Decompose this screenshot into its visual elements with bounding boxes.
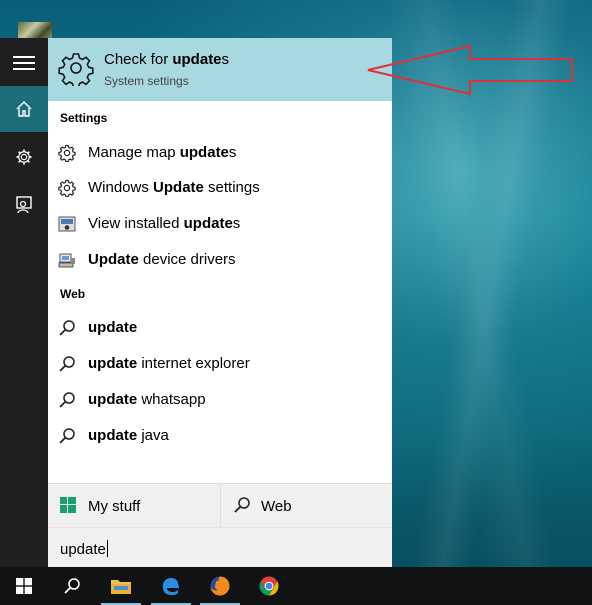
control-panel-icon [58,216,76,232]
taskbar-file-explorer[interactable] [97,567,145,605]
taskbar-firefox[interactable] [196,567,244,605]
file-explorer-icon [111,580,131,594]
feedback-icon [16,196,32,214]
result-label: View installed updates [88,215,241,232]
text-caret [106,540,108,557]
result-label: update [88,319,138,336]
settings-button[interactable] [0,134,48,180]
my-stuff-label: My stuff [88,498,141,515]
firefox-icon [210,576,230,596]
annotation-arrow [367,44,573,96]
search-icon [64,578,80,594]
home-icon [16,101,32,117]
result-view-installed-updates[interactable]: View installed updates [48,207,392,241]
search-icon [234,497,250,513]
web-label: Web [261,498,292,515]
result-label: update internet explorer [88,355,250,372]
search-input-box[interactable]: update [48,527,392,568]
windows-logo-icon [60,497,76,513]
search-icon [59,428,75,444]
search-results-panel: Check for updates System settings Settin… [48,38,392,568]
gear-icon [58,53,94,86]
hamburger-icon [13,56,35,70]
search-icon [59,356,75,372]
taskbar-search-button[interactable] [48,567,96,605]
search-icon [59,392,75,408]
feedback-button[interactable] [0,182,48,228]
web-result-update-whatsapp[interactable]: update whatsapp [48,383,392,417]
result-windows-update-settings[interactable]: Windows Update settings [48,171,392,205]
result-label: Update device drivers [88,251,236,268]
result-label: update java [88,427,169,444]
web-result-update[interactable]: update [48,311,392,345]
taskbar-chrome[interactable] [245,567,293,605]
windows-start-icon [16,578,32,594]
result-update-device-drivers[interactable]: Update device drivers [48,243,392,277]
gear-icon [58,179,76,197]
result-label: Manage map updates [88,144,237,161]
start-button[interactable] [0,567,48,605]
taskbar-edge[interactable] [147,567,195,605]
taskbar [0,567,592,605]
web-result-update-java[interactable]: update java [48,419,392,453]
web-section-heading: Web [60,287,86,301]
web-search-button[interactable]: Web [220,484,393,528]
web-result-update-internet-explorer[interactable]: update internet explorer [48,347,392,381]
top-result-title: Check for updates [104,51,230,68]
gear-icon [16,149,32,165]
device-manager-icon [58,253,75,268]
search-icon [59,320,75,336]
chrome-icon [259,576,279,596]
result-label: update whatsapp [88,391,206,408]
hamburger-menu-button[interactable] [0,40,48,86]
result-manage-map-updates[interactable]: Manage map updates [48,136,392,170]
start-left-rail [0,38,48,567]
gear-icon [58,144,76,162]
search-scope-bar: My stuff Web [48,483,392,528]
home-button[interactable] [0,86,48,132]
settings-section-heading: Settings [60,111,108,125]
search-input[interactable]: update [60,540,108,558]
my-stuff-button[interactable]: My stuff [48,484,219,528]
top-result-subtitle: System settings [104,74,189,88]
best-match-check-for-updates[interactable]: Check for updates System settings [48,38,392,101]
edge-icon [162,578,179,595]
result-label: Windows Update settings [88,179,260,196]
